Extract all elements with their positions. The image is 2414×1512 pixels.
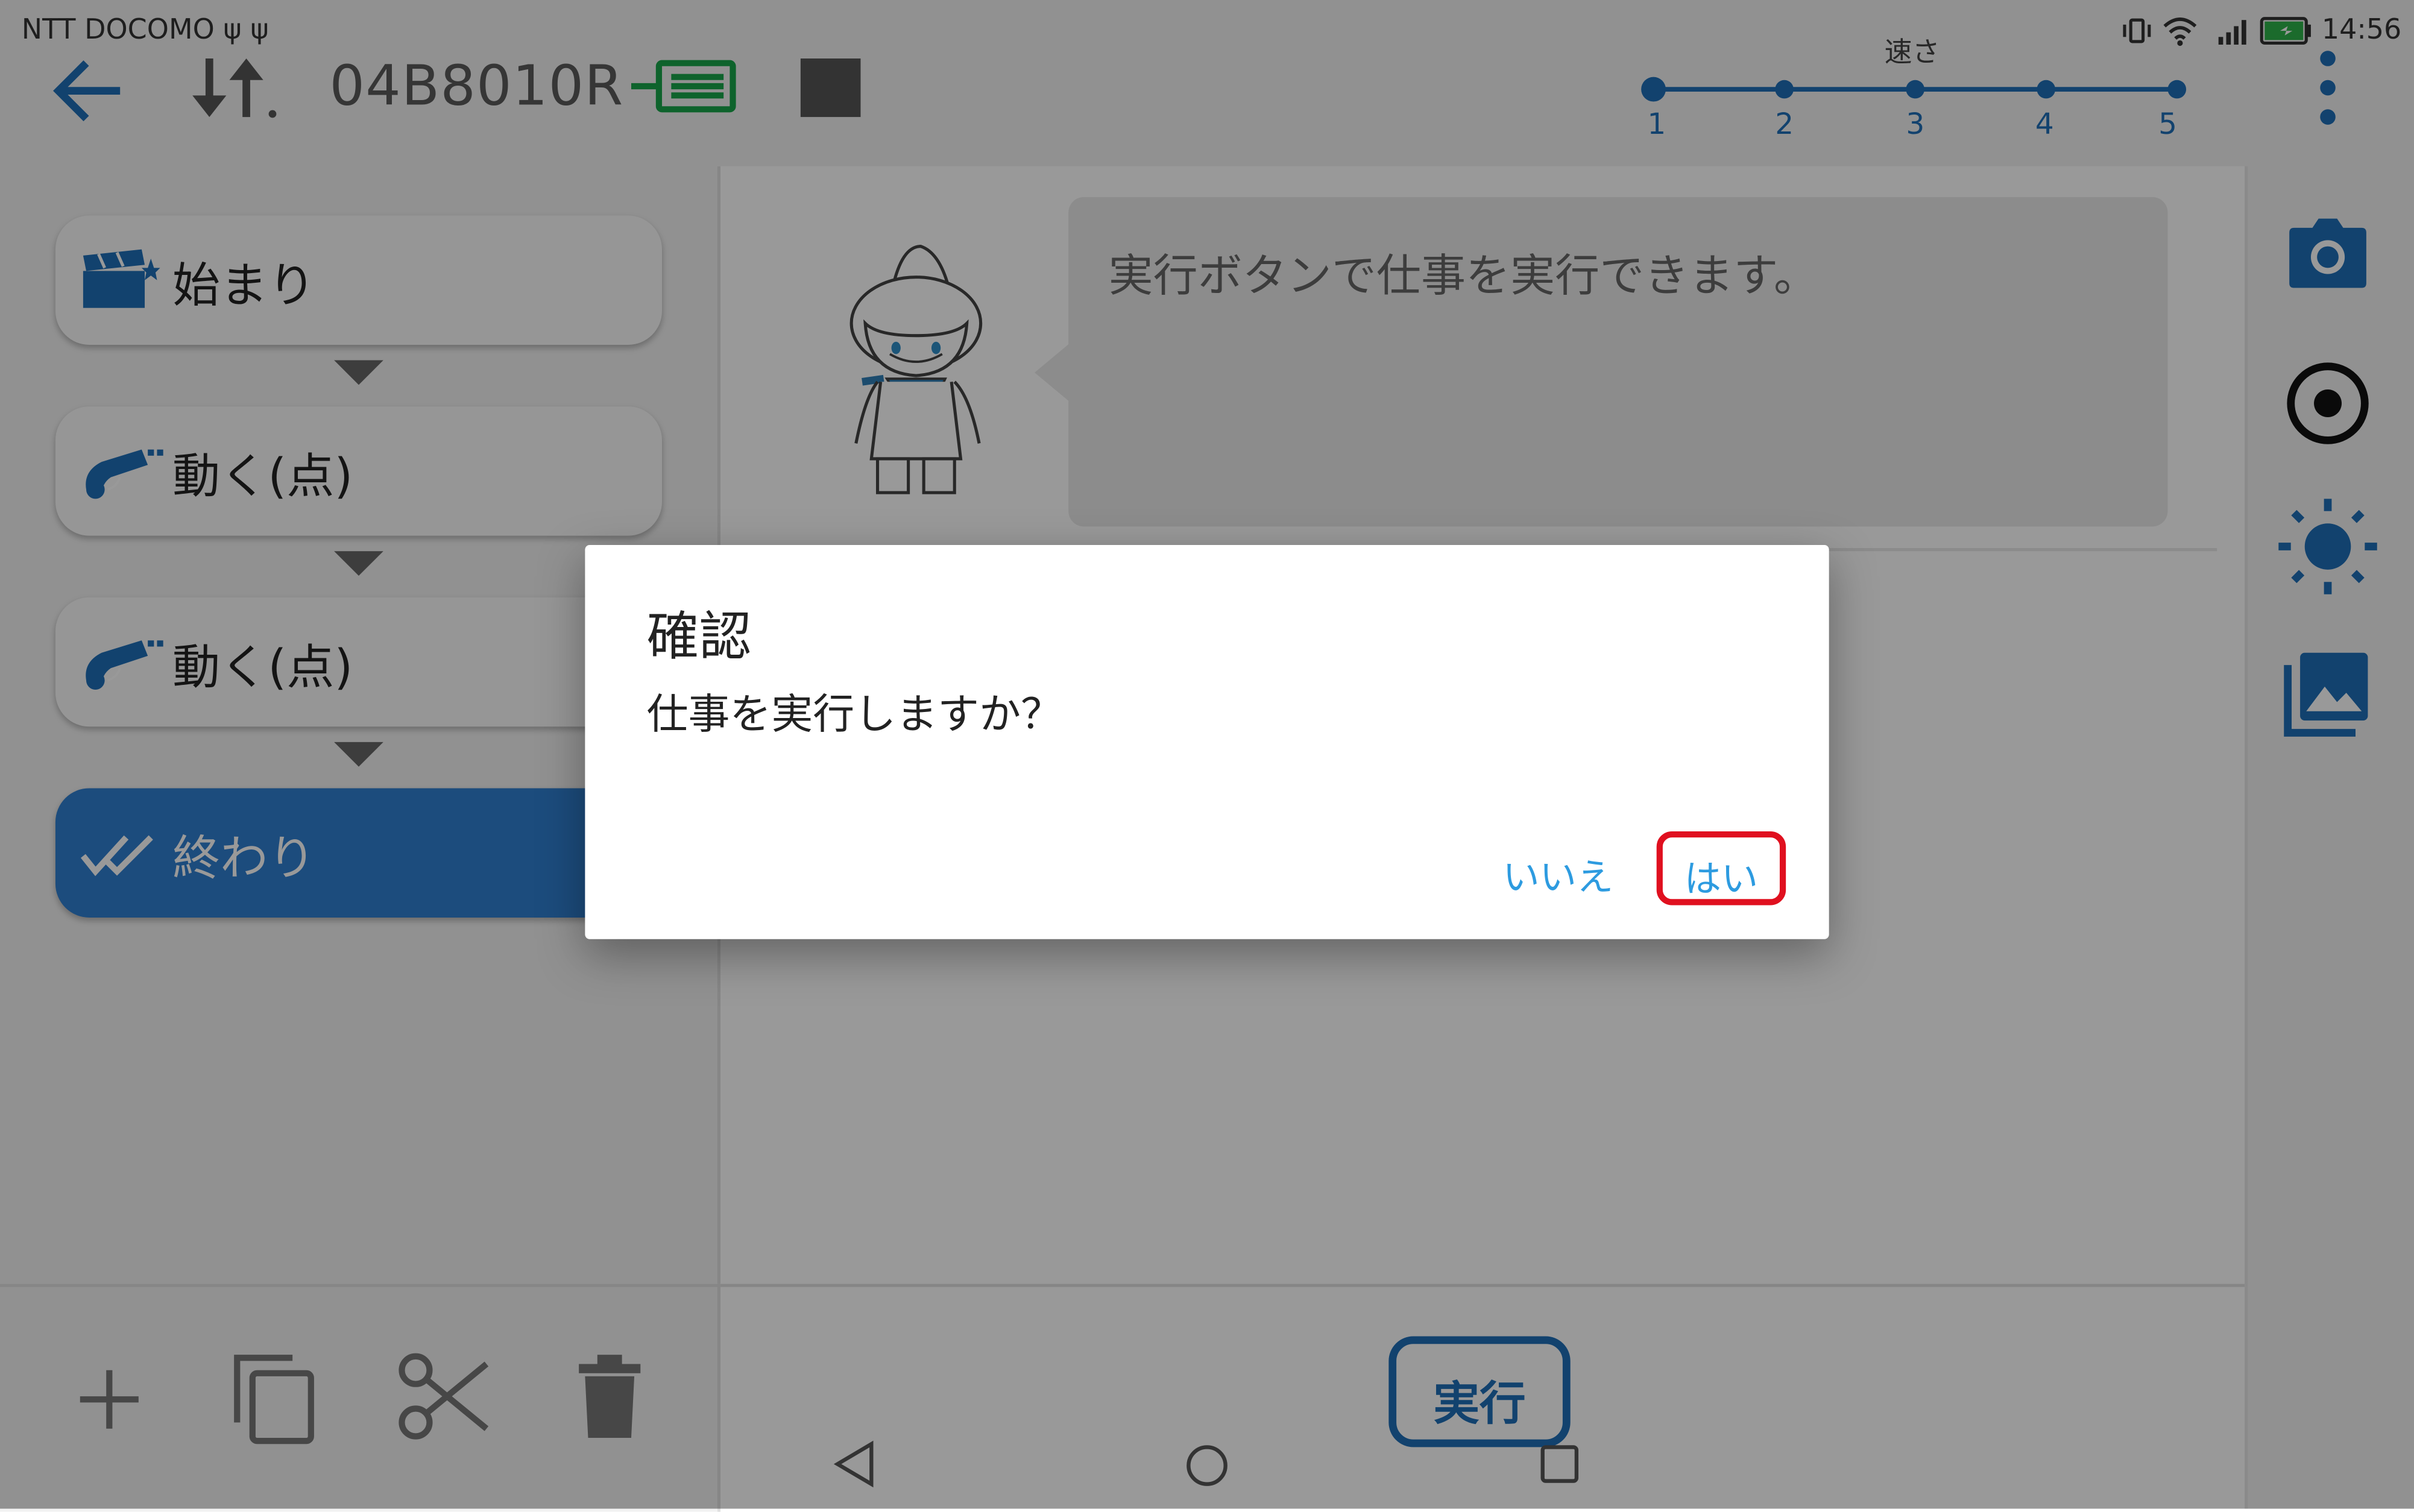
confirm-dialog: 確認 仕事を実行しますか？ いいえ はい xyxy=(585,544,1829,939)
dialog-message: 仕事を実行しますか？ xyxy=(646,691,1062,739)
no-button[interactable]: いいえ xyxy=(1502,846,1613,900)
yes-button-label: はい xyxy=(1684,857,1759,901)
yes-button[interactable]: はい xyxy=(1656,831,1786,906)
dialog-title: 確認 xyxy=(646,606,752,669)
